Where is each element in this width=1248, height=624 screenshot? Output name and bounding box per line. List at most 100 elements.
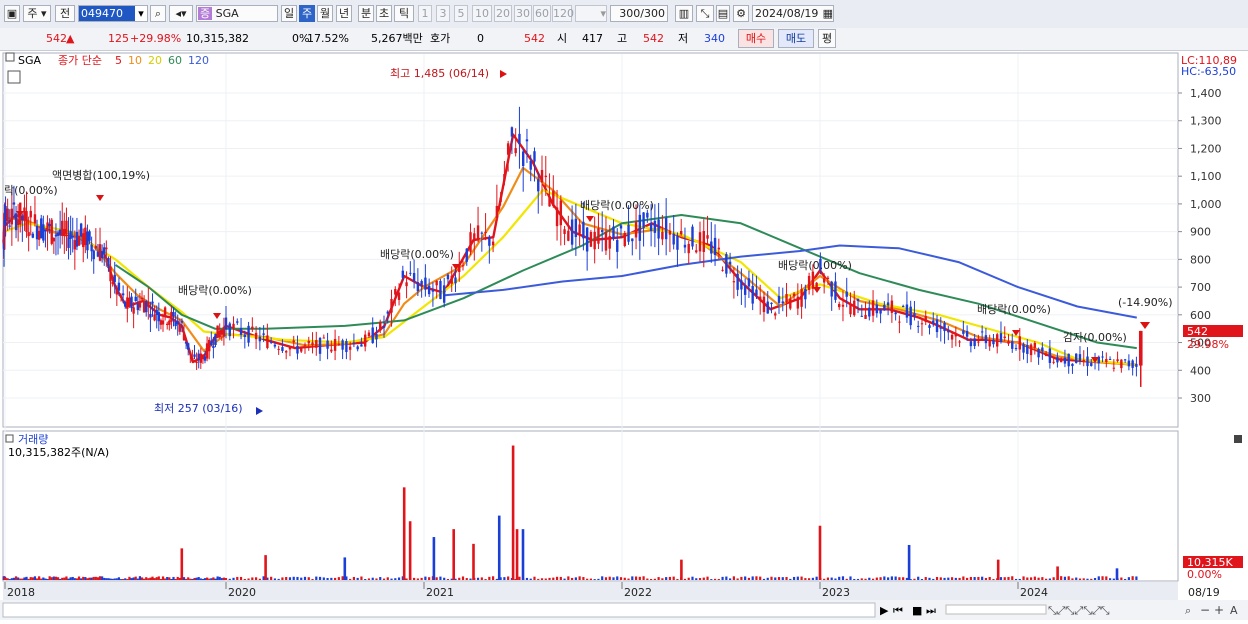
buy-button[interactable]: 매수: [738, 29, 774, 48]
candle-body: [356, 346, 359, 350]
interval-5[interactable]: 5: [454, 5, 468, 22]
drawing-tools-icon[interactable]: ⤡⤢⤡⤢⤡⤢⤡: [1048, 604, 1110, 617]
zoom-slider[interactable]: [945, 604, 1047, 615]
interval-20[interactable]: 20: [494, 5, 512, 22]
date-field[interactable]: 2024/08/19 ▦: [752, 5, 834, 22]
candle-body: [284, 351, 288, 353]
stock-code-dropdown-icon[interactable]: ▾: [135, 6, 147, 21]
candle-body: [792, 293, 796, 297]
volume-bar: [243, 579, 246, 580]
interval-custom-select[interactable]: ▾: [575, 5, 607, 22]
sell-button[interactable]: 매도: [778, 29, 814, 48]
candle-body: [728, 261, 732, 265]
candle-body: [124, 301, 127, 307]
magnify-icon[interactable]: ⌕: [1185, 604, 1191, 617]
volume-bar: [736, 578, 739, 580]
candle-body: [988, 340, 991, 347]
scrollbar-track[interactable]: [2, 602, 876, 618]
volume-pane-close-icon[interactable]: [1234, 435, 1242, 443]
period-week[interactable]: 주: [299, 5, 315, 22]
candle-body: [337, 343, 341, 345]
period-second[interactable]: 초: [376, 5, 392, 22]
candle-type-icon[interactable]: ▥: [675, 5, 693, 22]
candle-body: [84, 227, 87, 246]
stock-code-input[interactable]: 049470 ▾: [78, 5, 148, 22]
period-month[interactable]: 월: [317, 5, 333, 22]
candle-body: [94, 245, 98, 249]
volume-bar: [19, 578, 22, 580]
volume-bar: [642, 576, 645, 580]
gear-icon[interactable]: ⚙: [733, 5, 749, 22]
scroll-first-icon[interactable]: ⏮: [893, 604, 903, 617]
volume-bar: [29, 577, 32, 580]
candle-body: [525, 139, 529, 142]
candle-body: [23, 207, 26, 221]
layout-icon[interactable]: ▣: [4, 5, 20, 22]
period-main-select[interactable]: 주 ▾: [23, 5, 51, 22]
volume-bar: [405, 578, 408, 580]
period-minute[interactable]: 분: [358, 5, 374, 22]
volume-bar: [1135, 576, 1138, 580]
candle-body: [762, 296, 766, 313]
candle-body: [890, 300, 894, 313]
volume-bar: [337, 577, 340, 580]
scroll-right-icon[interactable]: ▶: [880, 604, 889, 617]
volume-bar: [1022, 576, 1025, 580]
volume-bar: [50, 577, 53, 580]
candle-body: [394, 289, 397, 295]
candle-body: [642, 212, 645, 229]
interval-60[interactable]: 60: [533, 5, 551, 22]
zoom-out-icon[interactable]: −: [1200, 603, 1210, 617]
text-size-icon[interactable]: A: [1230, 604, 1238, 617]
volume-pane-toggle-icon[interactable]: [5, 434, 14, 443]
period-tick[interactable]: 틱: [394, 5, 414, 22]
volume-bar: [122, 579, 125, 580]
candle-body: [352, 342, 356, 344]
candle-body: [612, 226, 615, 239]
volume-bar: [145, 577, 148, 580]
candle-body: [886, 302, 890, 306]
stop-icon[interactable]: ■: [912, 604, 922, 617]
legend-box-icon[interactable]: [5, 52, 15, 62]
scroll-last-icon[interactable]: ⏭: [926, 604, 936, 617]
interval-10[interactable]: 10: [472, 5, 492, 22]
interval-120[interactable]: 120: [552, 5, 574, 22]
candle-body: [680, 230, 683, 235]
volume-bar: [65, 576, 68, 580]
period-day[interactable]: 일: [281, 5, 297, 22]
candle-body: [117, 282, 121, 291]
volume-bar: [155, 577, 158, 580]
candle-body: [409, 272, 412, 274]
candle-body: [424, 277, 427, 290]
bar-count-field[interactable]: 300/300: [610, 5, 668, 22]
candle-body: [1131, 360, 1134, 368]
interval-1[interactable]: 1: [418, 5, 432, 22]
candle-body: [88, 231, 91, 241]
chart-tools-icon[interactable]: ⤡: [696, 5, 714, 22]
volume-bar: [159, 579, 163, 580]
prev-button[interactable]: 전: [55, 5, 75, 22]
candle-body: [303, 344, 307, 346]
speaker-icon[interactable]: ◂▾: [169, 5, 193, 22]
candle-body: [1048, 348, 1052, 363]
save-icon[interactable]: ▤: [716, 5, 730, 22]
price-change-pct: +29.98%: [130, 32, 182, 45]
interval-3[interactable]: 3: [436, 5, 450, 22]
volume-bar: [232, 577, 235, 580]
candle-body: [1101, 356, 1104, 358]
stock-name-field[interactable]: 증 SGA: [196, 5, 278, 22]
interval-30[interactable]: 30: [514, 5, 532, 22]
candle-body: [950, 334, 954, 340]
candle-body: [151, 301, 154, 304]
candle-body: [860, 315, 863, 317]
zoom-in-icon[interactable]: +: [1214, 603, 1224, 617]
calendar-icon[interactable]: ▦: [823, 6, 833, 21]
candle-body: [35, 225, 39, 240]
candle-body: [574, 218, 578, 238]
table-toggle-icon[interactable]: [7, 70, 21, 84]
period-year[interactable]: 년: [336, 5, 352, 22]
eval-button[interactable]: 평: [818, 29, 836, 48]
search-icon[interactable]: ⌕: [150, 5, 166, 22]
price-volume-chart[interactable]: 1,4001,3001,2001,1001,000900800700600500…: [0, 51, 1248, 621]
candle-body: [29, 210, 32, 218]
